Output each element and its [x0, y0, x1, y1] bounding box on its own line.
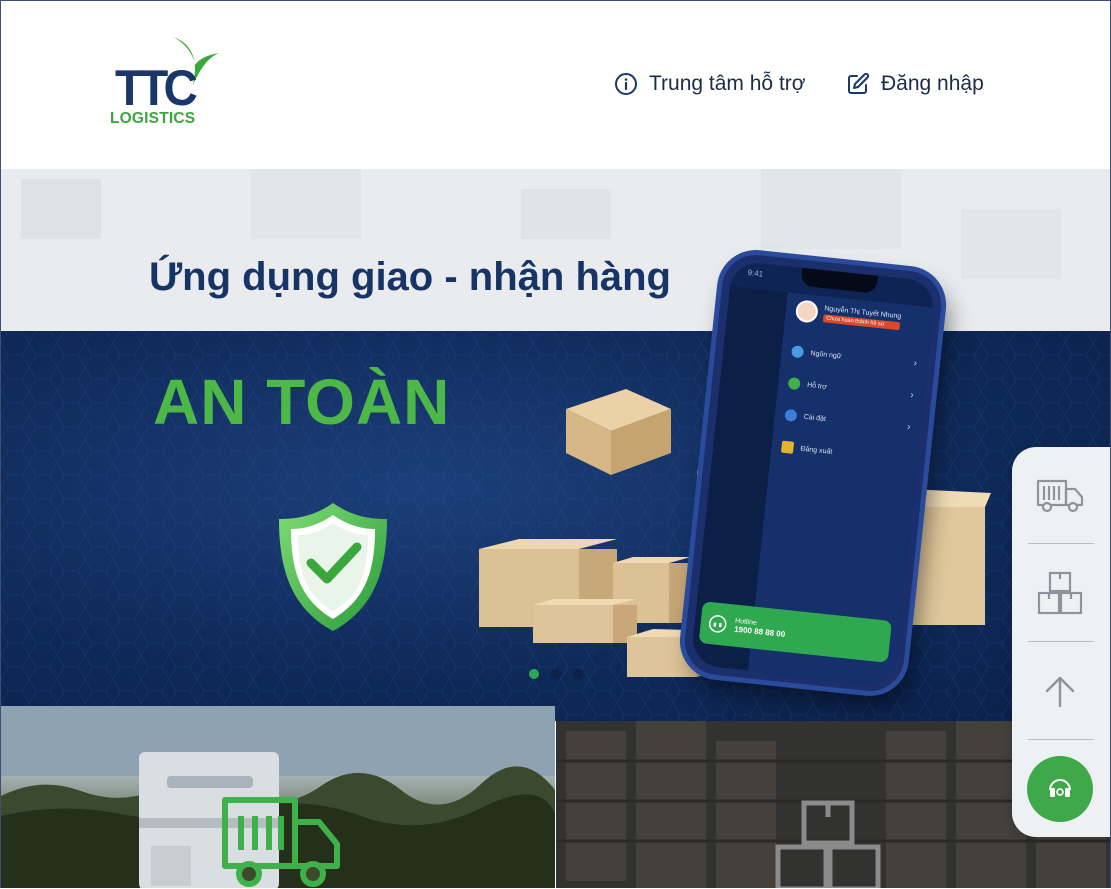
- arrow-up-icon: [1045, 676, 1075, 708]
- site-header: TTC LOGISTICS Trung tâm hỗ trợ Đăng nhập: [1, 1, 1110, 169]
- login-link[interactable]: Đăng nhập: [845, 71, 984, 97]
- parcel-box-icon: [566, 389, 671, 475]
- login-label: Đăng nhập: [881, 72, 984, 95]
- app-menu-label: Ngôn ngữ: [810, 349, 842, 360]
- bg-tile: [961, 209, 1061, 279]
- logo-subtitle-text: LOGISTICS: [110, 110, 196, 127]
- bg-tile: [251, 169, 361, 239]
- service-card-delivery[interactable]: [1, 706, 555, 888]
- chevron-right-icon: ›: [909, 389, 915, 402]
- toolbar-divider: [1028, 543, 1094, 544]
- hero-carousel[interactable]: Ứng dụng giao - nhận hàng AN TOÀN 9:41 N…: [1, 169, 1110, 721]
- phone-screen: 9:41 Nguyễn Thị Tuyết Nhung Chưa hoàn th…: [690, 260, 936, 686]
- toolbar-divider: [1028, 641, 1094, 642]
- floating-side-toolbar: [1012, 447, 1110, 837]
- carousel-dot[interactable]: [529, 669, 539, 679]
- app-menu-logout: Đăng xuất: [780, 440, 833, 458]
- carousel-indicators: [529, 669, 583, 679]
- avatar: [794, 299, 819, 324]
- parcel-box-icon: [533, 599, 637, 643]
- phone-status-time: 9:41: [747, 268, 764, 279]
- app-menu-settings: Cài đặt: [784, 408, 827, 425]
- ttc-logistics-logo[interactable]: TTC LOGISTICS: [107, 35, 227, 135]
- bg-tile: [761, 169, 901, 249]
- bg-tile: [21, 179, 101, 239]
- phone-notch: [800, 267, 878, 294]
- toolbar-shipping-button[interactable]: [1012, 447, 1108, 543]
- boxes-icon: [775, 800, 881, 888]
- hotline-contact-circle: [1027, 756, 1093, 822]
- logo-brand-text: TTC: [115, 60, 198, 116]
- hotline-contact-button[interactable]: [1012, 741, 1108, 837]
- gear-icon: [784, 408, 798, 422]
- banner-headline: AN TOÀN: [153, 366, 451, 438]
- carousel-dot[interactable]: [573, 669, 583, 679]
- page-frame: TTC LOGISTICS Trung tâm hỗ trợ Đăng nhập…: [0, 0, 1111, 888]
- toolbar-warehouse-button[interactable]: [1012, 545, 1108, 641]
- app-menu-label: Hỗ trợ: [806, 381, 828, 391]
- banner-title: Ứng dụng giao - nhận hàng: [149, 255, 671, 299]
- boxes-icon: [1037, 571, 1083, 615]
- app-menu-support: Hỗ trợ: [787, 376, 828, 393]
- chevron-right-icon: ›: [906, 421, 911, 433]
- headset-icon: [708, 615, 727, 633]
- carousel-dot[interactable]: [551, 669, 561, 679]
- truck-icon: [222, 797, 340, 887]
- info-icon: [787, 376, 801, 391]
- truck-icon: [1036, 479, 1084, 513]
- edit-icon: [845, 71, 871, 97]
- app-phone-mockup: 9:41 Nguyễn Thị Tuyết Nhung Chưa hoàn th…: [681, 251, 945, 695]
- shield-check-icon: [279, 503, 387, 631]
- support-center-label: Trung tâm hỗ trợ: [649, 72, 806, 95]
- info-icon: [613, 71, 639, 97]
- app-user-row: Nguyễn Thị Tuyết Nhung Chưa hoàn thành h…: [794, 299, 902, 332]
- support-center-link[interactable]: Trung tâm hỗ trợ: [613, 71, 806, 97]
- headset-icon: [1049, 779, 1071, 797]
- bg-tile: [521, 189, 611, 239]
- scroll-to-top-button[interactable]: [1012, 643, 1108, 739]
- app-menu-label: Cài đặt: [803, 413, 827, 423]
- banner-top-band: [1, 169, 1110, 331]
- globe-icon: [790, 345, 805, 359]
- app-menu-label: Đăng xuất: [800, 445, 833, 456]
- logout-icon: [780, 440, 795, 454]
- toolbar-divider: [1028, 739, 1094, 740]
